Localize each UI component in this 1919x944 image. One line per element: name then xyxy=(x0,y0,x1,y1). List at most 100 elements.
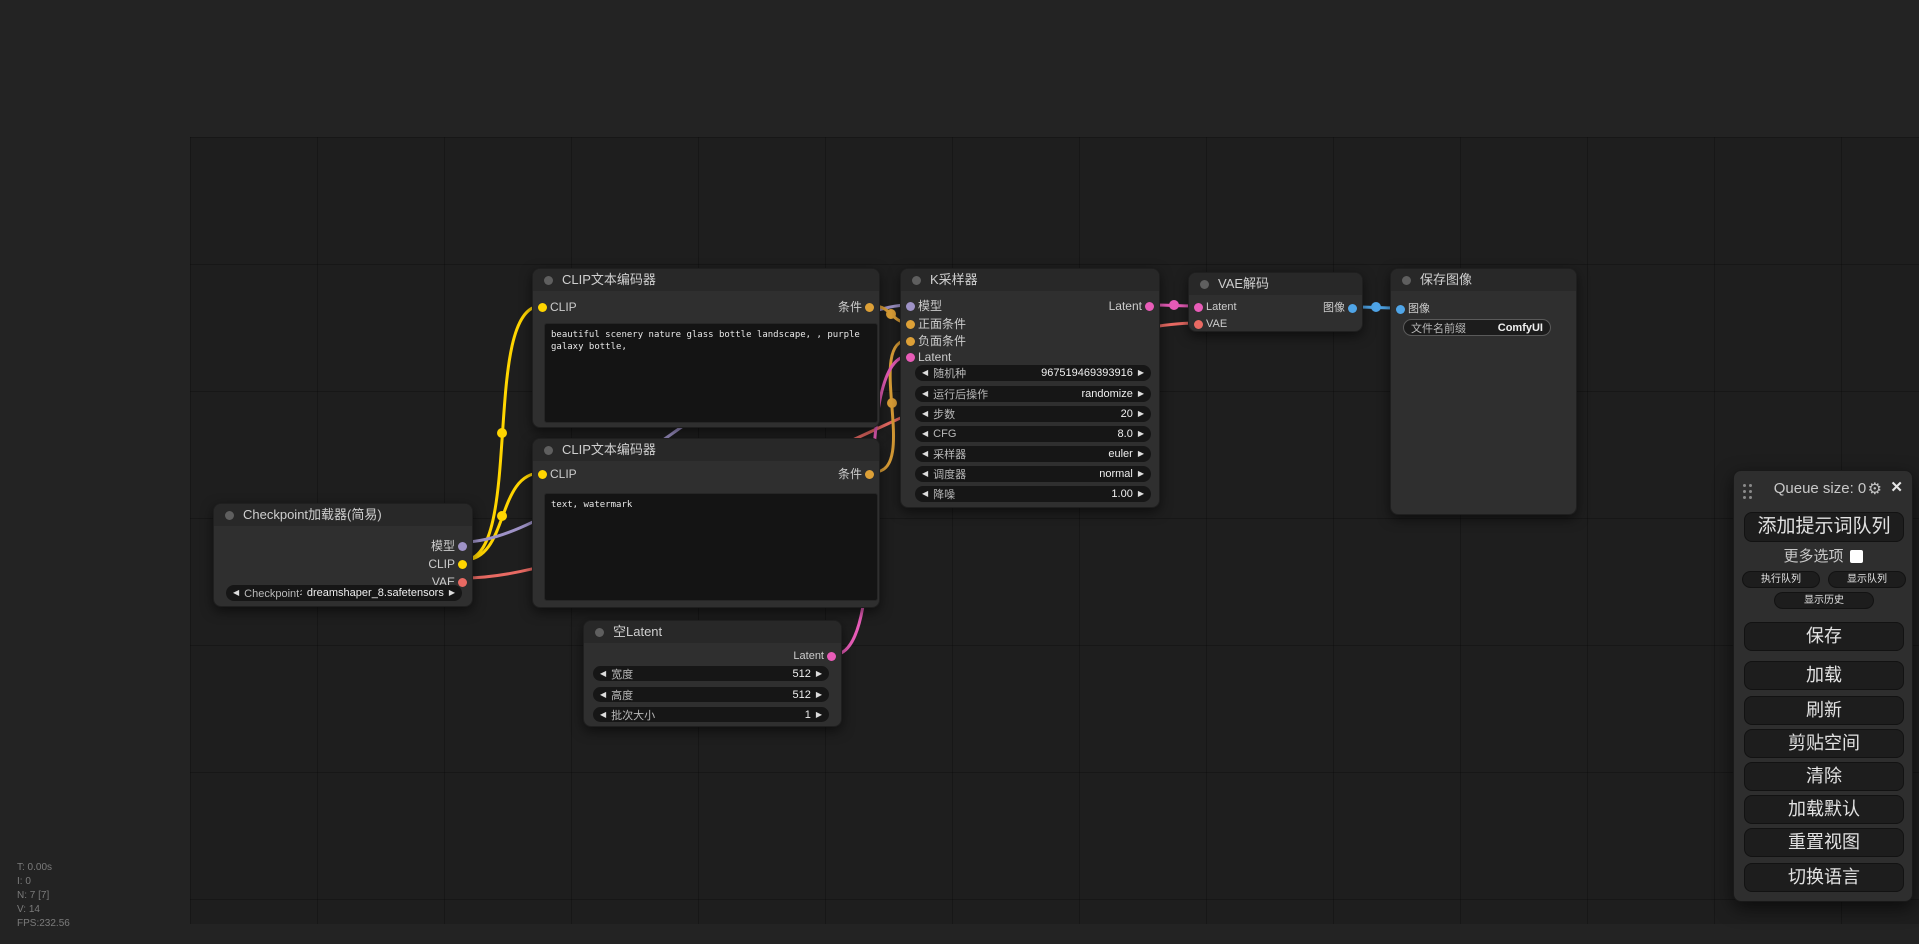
prev-arrow-icon[interactable]: ◀ xyxy=(922,490,928,498)
clip-port-icon[interactable] xyxy=(458,560,467,569)
prompt-textarea[interactable]: beautiful scenery nature glass bottle la… xyxy=(544,323,878,423)
image-port-icon[interactable] xyxy=(1348,304,1357,313)
node-ksampler[interactable]: K采样器 模型 正面条件 负面条件 Latent Latent ◀ 随机种 96… xyxy=(900,268,1160,508)
collapse-dot-icon[interactable] xyxy=(912,276,921,285)
next-arrow-icon[interactable]: ▶ xyxy=(1138,470,1144,478)
node-title-bar[interactable]: VAE解码 xyxy=(1189,273,1362,295)
prev-arrow-icon[interactable]: ◀ xyxy=(922,450,928,458)
gear-icon[interactable]: ⚙ xyxy=(1868,479,1882,499)
prev-arrow-icon[interactable]: ◀ xyxy=(600,711,606,719)
prev-arrow-icon[interactable]: ◀ xyxy=(233,589,239,597)
node-title-bar[interactable]: CLIP文本编码器 xyxy=(533,269,879,291)
queue-prompt-button[interactable]: 添加提示词队列 xyxy=(1744,512,1904,542)
clipspace-button[interactable]: 剪贴空间 xyxy=(1744,729,1904,758)
node-clip-encode-negative[interactable]: CLIP文本编码器 CLIP 条件 text, watermark xyxy=(532,438,880,608)
latent-port-icon[interactable] xyxy=(1145,302,1154,311)
clip-port-icon[interactable] xyxy=(538,303,547,312)
control-after-generate-widget[interactable]: ◀ 运行后操作 randomize ▶ xyxy=(915,386,1151,402)
width-widget[interactable]: ◀ 宽度 512 ▶ xyxy=(593,666,829,681)
conditioning-port-icon[interactable] xyxy=(865,470,874,479)
conditioning-port-icon[interactable] xyxy=(906,320,915,329)
next-arrow-icon[interactable]: ▶ xyxy=(1138,410,1144,418)
view-history-button[interactable]: 显示历史 xyxy=(1774,592,1874,609)
prev-arrow-icon[interactable]: ◀ xyxy=(922,470,928,478)
latent-port-icon[interactable] xyxy=(827,652,836,661)
vae-port-icon[interactable] xyxy=(1194,320,1203,329)
prev-arrow-icon[interactable]: ◀ xyxy=(600,691,606,699)
image-port-icon[interactable] xyxy=(1396,305,1405,314)
collapse-dot-icon[interactable] xyxy=(1402,276,1411,285)
model-port-icon[interactable] xyxy=(458,542,467,551)
extra-options-checkbox[interactable] xyxy=(1850,550,1863,563)
next-arrow-icon[interactable]: ▶ xyxy=(1138,369,1144,377)
collapse-dot-icon[interactable] xyxy=(544,446,553,455)
save-button[interactable]: 保存 xyxy=(1744,622,1904,651)
node-title-bar[interactable]: Checkpoint加载器(简易) xyxy=(214,504,472,526)
prompt-textarea[interactable]: text, watermark xyxy=(544,493,878,601)
output-image: 图像 xyxy=(1323,301,1362,315)
filename-prefix-widget[interactable]: 文件名前缀 ComfyUI xyxy=(1403,319,1551,336)
output-clip: CLIP xyxy=(428,557,472,571)
load-button[interactable]: 加载 xyxy=(1744,661,1904,690)
prev-arrow-icon[interactable]: ◀ xyxy=(922,369,928,377)
next-arrow-icon[interactable]: ▶ xyxy=(816,670,822,678)
input-clip: CLIP xyxy=(533,467,577,481)
seed-widget[interactable]: ◀ 随机种 967519469393916 ▶ xyxy=(915,365,1151,381)
next-arrow-icon[interactable]: ▶ xyxy=(1138,390,1144,398)
input-image: 图像 xyxy=(1391,302,1430,316)
input-latent: Latent xyxy=(1189,300,1237,314)
next-arrow-icon[interactable]: ▶ xyxy=(1138,430,1144,438)
scheduler-widget[interactable]: ◀ 调度器 normal ▶ xyxy=(915,466,1151,482)
prev-arrow-icon[interactable]: ◀ xyxy=(922,390,928,398)
conditioning-port-icon[interactable] xyxy=(865,303,874,312)
vae-port-icon[interactable] xyxy=(458,578,467,587)
node-title-bar[interactable]: K采样器 xyxy=(901,269,1159,291)
load-default-button[interactable]: 加载默认 xyxy=(1744,795,1904,824)
node-vae-decode[interactable]: VAE解码 Latent VAE 图像 xyxy=(1188,272,1363,332)
next-arrow-icon[interactable]: ▶ xyxy=(449,589,455,597)
node-title: 保存图像 xyxy=(1420,272,1472,287)
batch-size-widget[interactable]: ◀ 批次大小 1 ▶ xyxy=(593,707,829,722)
next-arrow-icon[interactable]: ▶ xyxy=(1138,450,1144,458)
stat-iterations: I: 0 xyxy=(17,875,70,889)
steps-widget[interactable]: ◀ 步数 20 ▶ xyxy=(915,406,1151,422)
checkpoint-name-widget[interactable]: ◀ Checkpoint名称 dreamshaper_8.safetensors… xyxy=(226,585,462,601)
perf-stats: T: 0.00s I: 0 N: 7 [7] V: 14 FPS:232.56 xyxy=(17,861,70,931)
node-title-bar[interactable]: 空Latent xyxy=(584,621,841,643)
prev-arrow-icon[interactable]: ◀ xyxy=(922,410,928,418)
queue-front-button[interactable]: 执行队列 xyxy=(1742,571,1820,588)
collapse-dot-icon[interactable] xyxy=(225,511,234,520)
input-vae: VAE xyxy=(1189,317,1227,331)
refresh-button[interactable]: 刷新 xyxy=(1744,696,1904,725)
height-widget[interactable]: ◀ 高度 512 ▶ xyxy=(593,687,829,702)
toggle-language-button[interactable]: 切换语言 xyxy=(1744,863,1904,892)
collapse-dot-icon[interactable] xyxy=(1200,280,1209,289)
close-icon[interactable]: ✕ xyxy=(1890,478,1903,496)
next-arrow-icon[interactable]: ▶ xyxy=(816,691,822,699)
node-checkpoint-loader[interactable]: Checkpoint加载器(简易) 模型 CLIP VAE ◀ Checkpoi… xyxy=(213,503,473,607)
model-port-icon[interactable] xyxy=(906,302,915,311)
collapse-dot-icon[interactable] xyxy=(544,276,553,285)
prev-arrow-icon[interactable]: ◀ xyxy=(922,430,928,438)
clip-port-icon[interactable] xyxy=(538,470,547,479)
node-clip-encode-positive[interactable]: CLIP文本编码器 CLIP 条件 beautiful scenery natu… xyxy=(532,268,880,428)
next-arrow-icon[interactable]: ▶ xyxy=(816,711,822,719)
drag-handle-icon[interactable] xyxy=(1741,482,1754,501)
latent-port-icon[interactable] xyxy=(906,353,915,362)
denoise-widget[interactable]: ◀ 降噪 1.00 ▶ xyxy=(915,486,1151,502)
collapse-dot-icon[interactable] xyxy=(595,628,604,637)
latent-port-icon[interactable] xyxy=(1194,303,1203,312)
output-conditioning: 条件 xyxy=(838,467,879,481)
clear-button[interactable]: 清除 xyxy=(1744,762,1904,791)
next-arrow-icon[interactable]: ▶ xyxy=(1138,490,1144,498)
node-save-image[interactable]: 保存图像 图像 文件名前缀 ComfyUI xyxy=(1390,268,1577,515)
prev-arrow-icon[interactable]: ◀ xyxy=(600,670,606,678)
node-title-bar[interactable]: CLIP文本编码器 xyxy=(533,439,879,461)
sampler-widget[interactable]: ◀ 采样器 euler ▶ xyxy=(915,446,1151,462)
view-queue-button[interactable]: 显示队列 xyxy=(1828,571,1906,588)
reset-view-button[interactable]: 重置视图 xyxy=(1744,828,1904,857)
cfg-widget[interactable]: ◀ CFG 8.0 ▶ xyxy=(915,426,1151,442)
node-empty-latent[interactable]: 空Latent Latent ◀ 宽度 512 ▶ ◀ 高度 512 ▶ ◀ 批… xyxy=(583,620,842,727)
conditioning-port-icon[interactable] xyxy=(906,337,915,346)
node-title-bar[interactable]: 保存图像 xyxy=(1391,269,1576,291)
